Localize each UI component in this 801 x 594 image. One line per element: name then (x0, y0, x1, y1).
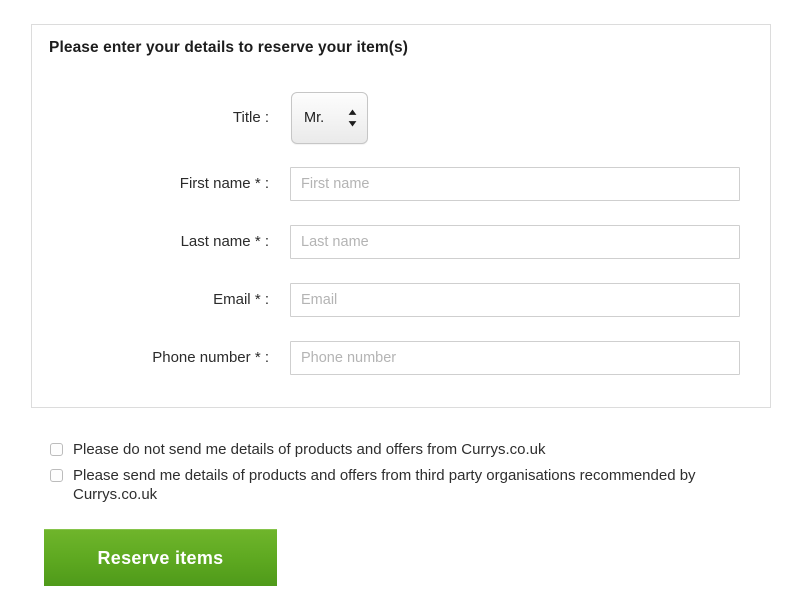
email-input[interactable] (290, 283, 740, 317)
consent-label-no-currys-marketing: Please do not send me details of product… (73, 441, 546, 458)
field-row-email: Email * : (32, 283, 770, 317)
label-last-name: Last name * : (32, 225, 269, 259)
checkbox-no-currys-marketing[interactable] (50, 443, 63, 456)
title-select[interactable]: Mr. (291, 92, 368, 144)
first-name-input[interactable] (290, 167, 740, 201)
label-email-text: Email (213, 291, 251, 308)
field-row-first-name: First name * : (32, 167, 770, 201)
consent-row-no-currys-marketing[interactable]: Please do not send me details of product… (46, 440, 746, 459)
field-row-last-name: Last name * : (32, 225, 770, 259)
last-name-input[interactable] (290, 225, 740, 259)
reservation-form-card: Please enter your details to reserve you… (31, 24, 771, 408)
required-asterisk: * (254, 349, 261, 366)
field-row-phone-number: Phone number * : (32, 341, 770, 375)
checkbox-third-party-marketing[interactable] (50, 469, 63, 482)
required-asterisk: * (254, 233, 261, 250)
label-title: Title : (232, 109, 269, 126)
form-heading: Please enter your details to reserve you… (49, 39, 408, 56)
label-colon: : (264, 291, 269, 308)
label-last-name-text: Last name (180, 233, 251, 250)
label-first-name: First name * : (32, 167, 269, 201)
consent-row-third-party-marketing[interactable]: Please send me details of products and o… (46, 466, 746, 504)
label-colon: : (264, 175, 269, 192)
marketing-consent-list: Please do not send me details of product… (46, 440, 746, 511)
reserve-items-button[interactable]: Reserve items (44, 529, 277, 586)
consent-label-third-party-marketing: Please send me details of products and o… (73, 467, 696, 503)
label-email: Email * : (32, 283, 269, 317)
label-first-name-text: First name (179, 175, 251, 192)
phone-number-input[interactable] (290, 341, 740, 375)
title-select-wrapper[interactable]: Mr. (291, 92, 368, 144)
required-asterisk: * (254, 291, 261, 308)
label-phone-number-text: Phone number (152, 349, 251, 366)
field-row-title: Title : Mr. (32, 92, 770, 144)
label-colon: : (264, 233, 269, 250)
label-colon: : (264, 349, 269, 366)
label-phone-number: Phone number * : (32, 341, 269, 375)
required-asterisk: * (254, 175, 261, 192)
